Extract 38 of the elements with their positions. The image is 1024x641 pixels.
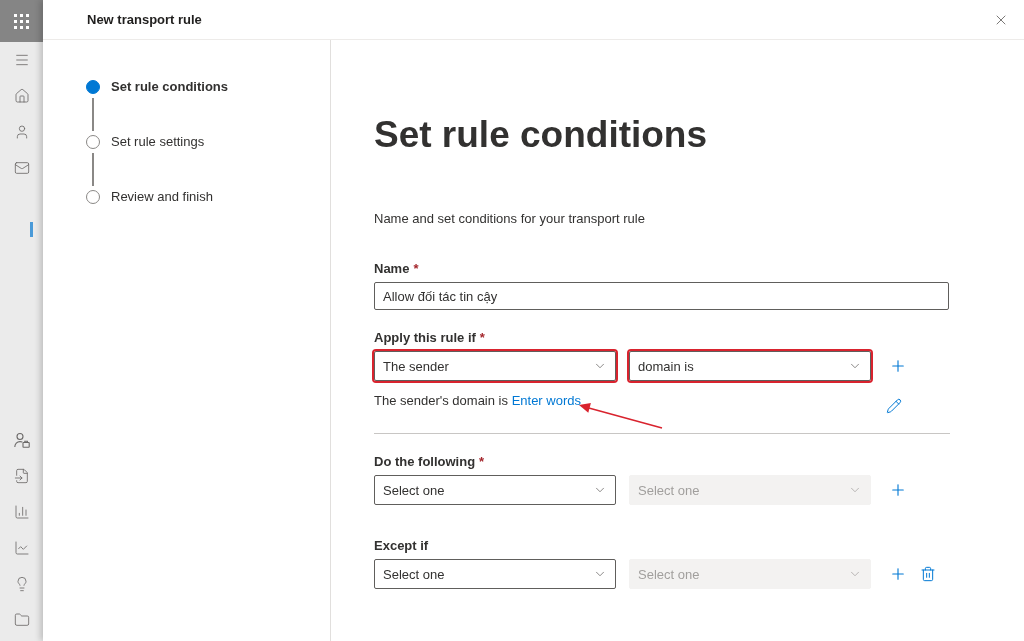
- condition-summary: The sender's domain is Enter words: [374, 392, 581, 410]
- plus-icon: [889, 481, 907, 499]
- required-mark: *: [413, 260, 419, 278]
- step-connector: [92, 153, 94, 186]
- pencil-icon: [886, 398, 902, 414]
- line-chart-icon[interactable]: [13, 540, 30, 556]
- menu-icon[interactable]: [13, 52, 30, 68]
- field-label: Apply this rule if: [374, 329, 476, 347]
- mail-icon[interactable]: [13, 160, 30, 176]
- dropdown[interactable]: Select one: [374, 559, 616, 589]
- dropdown[interactable]: The sender: [374, 351, 616, 381]
- required-mark: *: [479, 329, 485, 347]
- file-arrow-icon[interactable]: [13, 468, 30, 484]
- name-input[interactable]: Allow đối tác tin cậy: [374, 282, 949, 310]
- step-label[interactable]: Set rule settings: [111, 133, 205, 151]
- step-label[interactable]: Review and finish: [111, 188, 213, 206]
- dropdown[interactable]: Select one: [374, 475, 616, 505]
- description-text: Name and set conditions for your transport rule: [374, 210, 645, 228]
- trash-icon: [920, 566, 936, 582]
- page-heading: Set rule conditions: [374, 113, 708, 157]
- app-launcher-button[interactable]: [0, 0, 43, 42]
- step-connector: [92, 98, 94, 131]
- home-icon[interactable]: [13, 88, 30, 104]
- dropdown[interactable]: domain is: [629, 351, 871, 381]
- waffle-icon: [14, 13, 29, 29]
- enter-words-link[interactable]: Enter words: [511, 393, 581, 408]
- plus-icon: [889, 565, 907, 583]
- field-label: Do the following: [374, 453, 476, 471]
- field-label: Name: [374, 260, 410, 278]
- active-indicator: [30, 222, 33, 237]
- person-briefcase-icon[interactable]: [13, 432, 30, 448]
- bar-chart-icon[interactable]: [13, 504, 30, 520]
- required-mark: *: [479, 453, 485, 471]
- field-label: Except if: [374, 537, 429, 555]
- plus-icon: [889, 357, 907, 375]
- step-label[interactable]: Set rule conditions: [111, 78, 228, 96]
- folder-icon[interactable]: [13, 612, 30, 628]
- panel-title: New transport rule: [87, 12, 202, 27]
